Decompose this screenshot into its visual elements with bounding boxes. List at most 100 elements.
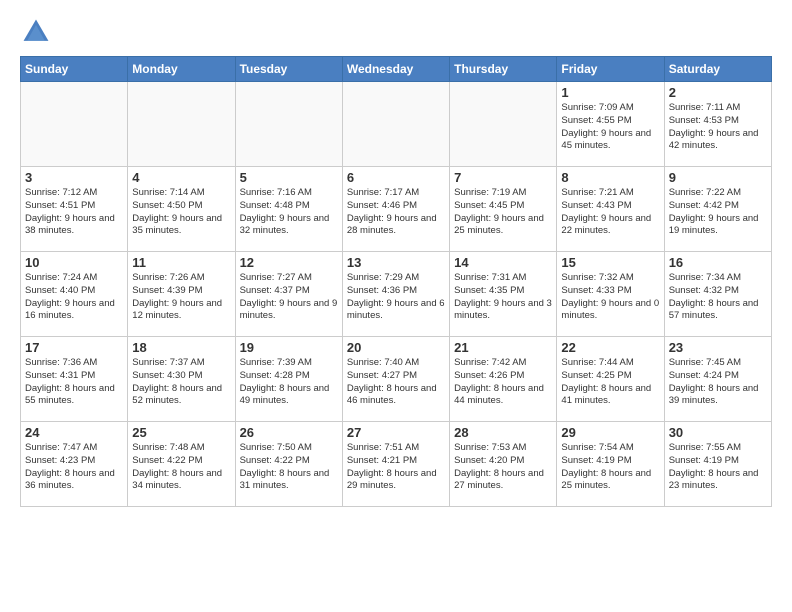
day-info: Sunrise: 7:32 AM Sunset: 4:33 PM Dayligh… (561, 272, 659, 323)
calendar-cell: 24 Sunrise: 7:47 AM Sunset: 4:23 PM Dayli… (21, 422, 128, 507)
day-number: 16 (669, 255, 767, 270)
day-info: Sunrise: 7:45 AM Sunset: 4:24 PM Dayligh… (669, 357, 767, 408)
day-info: Sunrise: 7:50 AM Sunset: 4:22 PM Dayligh… (240, 442, 338, 493)
calendar-week-3: 17Sunrise: 7:36 AM Sunset: 4:31 PM Dayli… (21, 337, 772, 422)
calendar-cell: 21 Sunrise: 7:42 AM Sunset: 4:26 PM Dayli… (450, 337, 557, 422)
day-number: 22 (561, 340, 659, 355)
calendar-cell (128, 82, 235, 167)
day-number: 28 (454, 425, 552, 440)
day-info: Sunrise: 7:55 AM Sunset: 4:19 PM Dayligh… (669, 442, 767, 493)
calendar-week-2: 10Sunrise: 7:24 AM Sunset: 4:40 PM Dayli… (21, 252, 772, 337)
weekday-header-friday: Friday (557, 57, 664, 82)
day-info: Sunrise: 7:40 AM Sunset: 4:27 PM Dayligh… (347, 357, 445, 408)
day-number: 13 (347, 255, 445, 270)
calendar-cell: 9 Sunrise: 7:22 AM Sunset: 4:42 PM Daylig… (664, 167, 771, 252)
day-number: 10 (25, 255, 123, 270)
day-info: Sunrise: 7:36 AM Sunset: 4:31 PM Dayligh… (25, 357, 123, 408)
logo-icon (20, 16, 52, 48)
calendar-cell (21, 82, 128, 167)
day-number: 26 (240, 425, 338, 440)
day-info: Sunrise: 7:21 AM Sunset: 4:43 PM Dayligh… (561, 187, 659, 238)
day-number: 12 (240, 255, 338, 270)
day-number: 3 (25, 170, 123, 185)
calendar-cell: 17Sunrise: 7:36 AM Sunset: 4:31 PM Dayli… (21, 337, 128, 422)
day-info: Sunrise: 7:14 AM Sunset: 4:50 PM Dayligh… (132, 187, 230, 238)
day-number: 30 (669, 425, 767, 440)
calendar-cell: 7Sunrise: 7:19 AM Sunset: 4:45 PM Daylig… (450, 167, 557, 252)
day-number: 25 (132, 425, 230, 440)
calendar-cell: 30 Sunrise: 7:55 AM Sunset: 4:19 PM Dayli… (664, 422, 771, 507)
weekday-header-tuesday: Tuesday (235, 57, 342, 82)
day-info: Sunrise: 7:31 AM Sunset: 4:35 PM Dayligh… (454, 272, 552, 323)
day-info: Sunrise: 7:47 AM Sunset: 4:23 PM Dayligh… (25, 442, 123, 493)
day-info: Sunrise: 7:53 AM Sunset: 4:20 PM Dayligh… (454, 442, 552, 493)
calendar-cell: 6Sunrise: 7:17 AM Sunset: 4:46 PM Daylig… (342, 167, 449, 252)
calendar-week-0: 1Sunrise: 7:09 AM Sunset: 4:55 PM Daylig… (21, 82, 772, 167)
day-info: Sunrise: 7:11 AM Sunset: 4:53 PM Dayligh… (669, 102, 767, 153)
calendar-cell: 23 Sunrise: 7:45 AM Sunset: 4:24 PM Dayli… (664, 337, 771, 422)
day-info: Sunrise: 7:26 AM Sunset: 4:39 PM Dayligh… (132, 272, 230, 323)
page-container: SundayMondayTuesdayWednesdayThursdayFrid… (0, 0, 792, 517)
day-info: Sunrise: 7:22 AM Sunset: 4:42 PM Dayligh… (669, 187, 767, 238)
calendar-cell (235, 82, 342, 167)
calendar-cell: 14 Sunrise: 7:31 AM Sunset: 4:35 PM Dayli… (450, 252, 557, 337)
header (20, 16, 772, 48)
calendar-cell: 16 Sunrise: 7:34 AM Sunset: 4:32 PM Dayli… (664, 252, 771, 337)
day-info: Sunrise: 7:12 AM Sunset: 4:51 PM Dayligh… (25, 187, 123, 238)
day-info: Sunrise: 7:37 AM Sunset: 4:30 PM Dayligh… (132, 357, 230, 408)
day-number: 5 (240, 170, 338, 185)
day-number: 21 (454, 340, 552, 355)
day-number: 14 (454, 255, 552, 270)
calendar-week-1: 3 Sunrise: 7:12 AM Sunset: 4:51 PM Daylig… (21, 167, 772, 252)
day-number: 1 (561, 85, 659, 100)
day-number: 9 (669, 170, 767, 185)
day-number: 6 (347, 170, 445, 185)
day-number: 19 (240, 340, 338, 355)
calendar-cell: 20 Sunrise: 7:40 AM Sunset: 4:27 PM Dayli… (342, 337, 449, 422)
day-number: 18 (132, 340, 230, 355)
day-number: 4 (132, 170, 230, 185)
day-number: 29 (561, 425, 659, 440)
calendar-cell: 26 Sunrise: 7:50 AM Sunset: 4:22 PM Dayli… (235, 422, 342, 507)
day-number: 15 (561, 255, 659, 270)
calendar-table: SundayMondayTuesdayWednesdayThursdayFrid… (20, 56, 772, 507)
day-info: Sunrise: 7:34 AM Sunset: 4:32 PM Dayligh… (669, 272, 767, 323)
day-number: 7 (454, 170, 552, 185)
calendar-cell: 12 Sunrise: 7:27 AM Sunset: 4:37 PM Dayli… (235, 252, 342, 337)
calendar-cell: 15 Sunrise: 7:32 AM Sunset: 4:33 PM Dayli… (557, 252, 664, 337)
calendar-cell: 1Sunrise: 7:09 AM Sunset: 4:55 PM Daylig… (557, 82, 664, 167)
day-number: 23 (669, 340, 767, 355)
day-info: Sunrise: 7:39 AM Sunset: 4:28 PM Dayligh… (240, 357, 338, 408)
calendar-cell: 2 Sunrise: 7:11 AM Sunset: 4:53 PM Daylig… (664, 82, 771, 167)
logo (20, 16, 56, 48)
day-number: 27 (347, 425, 445, 440)
calendar-cell: 19 Sunrise: 7:39 AM Sunset: 4:28 PM Dayli… (235, 337, 342, 422)
calendar-cell: 5 Sunrise: 7:16 AM Sunset: 4:48 PM Daylig… (235, 167, 342, 252)
weekday-header-sunday: Sunday (21, 57, 128, 82)
day-number: 11 (132, 255, 230, 270)
calendar-cell (342, 82, 449, 167)
weekday-header-monday: Monday (128, 57, 235, 82)
weekday-header-row: SundayMondayTuesdayWednesdayThursdayFrid… (21, 57, 772, 82)
day-number: 24 (25, 425, 123, 440)
day-info: Sunrise: 7:29 AM Sunset: 4:36 PM Dayligh… (347, 272, 445, 323)
day-info: Sunrise: 7:27 AM Sunset: 4:37 PM Dayligh… (240, 272, 338, 323)
day-info: Sunrise: 7:16 AM Sunset: 4:48 PM Dayligh… (240, 187, 338, 238)
calendar-cell: 28 Sunrise: 7:53 AM Sunset: 4:20 PM Dayli… (450, 422, 557, 507)
calendar-cell: 8 Sunrise: 7:21 AM Sunset: 4:43 PM Daylig… (557, 167, 664, 252)
day-number: 20 (347, 340, 445, 355)
calendar-cell: 29Sunrise: 7:54 AM Sunset: 4:19 PM Dayli… (557, 422, 664, 507)
calendar-cell: 25 Sunrise: 7:48 AM Sunset: 4:22 PM Dayli… (128, 422, 235, 507)
day-info: Sunrise: 7:48 AM Sunset: 4:22 PM Dayligh… (132, 442, 230, 493)
weekday-header-saturday: Saturday (664, 57, 771, 82)
calendar-cell: 27 Sunrise: 7:51 AM Sunset: 4:21 PM Dayli… (342, 422, 449, 507)
day-number: 8 (561, 170, 659, 185)
calendar-cell: 11 Sunrise: 7:26 AM Sunset: 4:39 PM Dayli… (128, 252, 235, 337)
calendar-week-4: 24 Sunrise: 7:47 AM Sunset: 4:23 PM Dayli… (21, 422, 772, 507)
calendar-cell (450, 82, 557, 167)
day-info: Sunrise: 7:42 AM Sunset: 4:26 PM Dayligh… (454, 357, 552, 408)
day-number: 2 (669, 85, 767, 100)
calendar-cell: 10Sunrise: 7:24 AM Sunset: 4:40 PM Dayli… (21, 252, 128, 337)
calendar-cell: 13 Sunrise: 7:29 AM Sunset: 4:36 PM Dayli… (342, 252, 449, 337)
day-info: Sunrise: 7:51 AM Sunset: 4:21 PM Dayligh… (347, 442, 445, 493)
